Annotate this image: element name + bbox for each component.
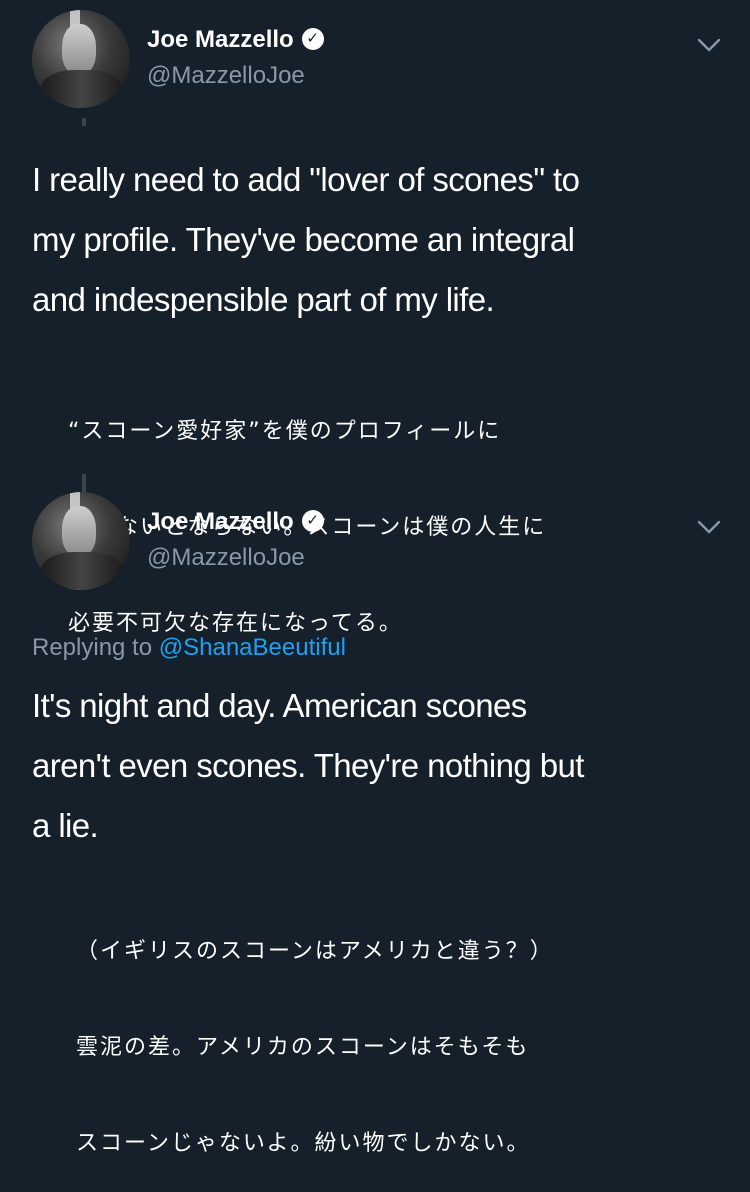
- translation-line: 雲泥の差。アメリカのスコーンはそもそも: [76, 1035, 530, 1060]
- author-name-text: Joe Mazzello: [147, 26, 294, 53]
- author-name[interactable]: Joe Mazzello ✓: [147, 26, 324, 54]
- avatar-photo-coat: [40, 552, 124, 590]
- tweet-text: I really need to add "lover of scones" t…: [32, 150, 732, 330]
- verified-badge-icon: ✓: [301, 27, 324, 50]
- avatar[interactable]: [32, 492, 130, 590]
- translation-line: （イギリスのスコーンはアメリカと違う？）: [76, 939, 554, 964]
- replying-to-prefix: Replying to: [32, 634, 153, 661]
- author-handle[interactable]: @MazzelloJoe: [147, 62, 305, 90]
- verified-badge-icon: ✓: [301, 509, 324, 532]
- translation-caption: （イギリスのスコーンはアメリカと違う？） 雲泥の差。アメリカのスコーンはそもそも…: [76, 872, 554, 1192]
- tweet-text-line: my profile. They've become an integral: [32, 221, 575, 258]
- author-name[interactable]: Joe Mazzello ✓: [147, 508, 324, 536]
- avatar[interactable]: [32, 10, 130, 108]
- replying-to: Replying to @ShanaBeeutiful: [32, 634, 346, 662]
- chevron-down-icon[interactable]: [696, 36, 722, 54]
- tweet-text-line: and indespensible part of my life.: [32, 281, 495, 318]
- avatar-photo-coat: [40, 70, 124, 108]
- tweet-text-line: I really need to add "lover of scones" t…: [32, 161, 580, 198]
- translation-line: “スコーン愛好家”を僕のプロフィールに: [68, 419, 502, 444]
- thread-connector: [82, 474, 86, 494]
- translation-line: スコーンじゃないよ。紛い物でしかない。: [76, 1131, 531, 1156]
- author-handle[interactable]: @MazzelloJoe: [147, 544, 305, 572]
- author-name-text: Joe Mazzello: [147, 508, 294, 535]
- tweet-text-line: It's night and day. American scones: [32, 687, 527, 724]
- chevron-down-icon[interactable]: [696, 518, 722, 536]
- thread-connector: [82, 118, 86, 126]
- mention-link[interactable]: @ShanaBeeutiful: [159, 634, 346, 661]
- tweet-text-line: a lie.: [32, 807, 99, 844]
- avatar-photo-face: [62, 506, 96, 556]
- tweet-text: It's night and day. American scones aren…: [32, 676, 732, 856]
- tweet-text-line: aren't even scones. They're nothing but: [32, 747, 584, 784]
- avatar-photo-face: [62, 24, 96, 74]
